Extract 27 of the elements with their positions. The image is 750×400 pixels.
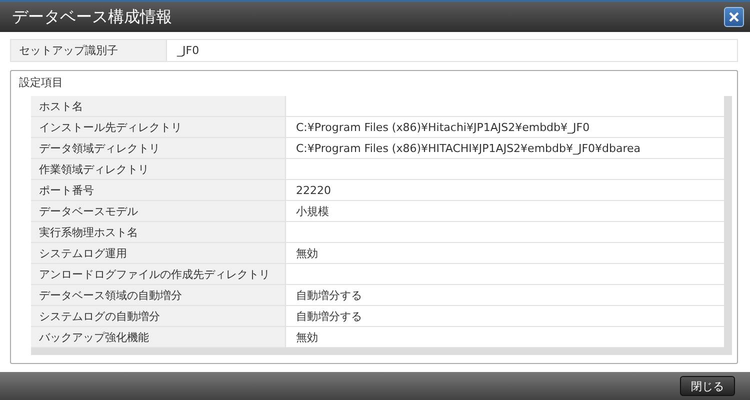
setting-value: 22220 (295, 182, 332, 198)
setting-value: 自動増分する (295, 288, 363, 304)
setting-value: C:¥Program Files (x86)¥Hitachi¥JP1AJS2¥embdb¥_JF0 (295, 120, 591, 136)
window-title: データベース構成情報 (12, 6, 172, 28)
close-button[interactable]: 閉じる (680, 376, 735, 396)
setting-label: ポート番号 (31, 180, 286, 200)
setting-label: データベース領域の自動増分 (31, 285, 286, 305)
setting-label: バックアップ強化機能 (31, 327, 286, 347)
setting-value: 小規模 (295, 204, 330, 220)
setting-value: C:¥Program Files (x86)¥HITACHI¥JP1AJS2¥embdb¥_JF0¥dbarea (295, 140, 642, 157)
setting-label: システムログ運用 (31, 243, 286, 263)
setting-label: 実行系物理ホスト名 (31, 222, 286, 242)
setup-value: _JF0 (176, 43, 200, 59)
setting-label: データ領域ディレクトリ (31, 138, 286, 158)
setting-label: 作業領域ディレクトリ (31, 159, 286, 179)
setting-value: 無効 (295, 246, 319, 262)
setting-label: データベースモデル (31, 201, 286, 221)
setting-label: システムログの自動増分 (31, 306, 286, 326)
setting-value: 無効 (295, 330, 319, 346)
setup-label: セットアップ識別子 (11, 40, 167, 61)
setting-label: ホスト名 (31, 96, 286, 116)
close-icon (728, 11, 740, 23)
setting-value: 自動増分する (295, 308, 363, 324)
setting-label: インストール先ディレクトリ (31, 117, 286, 137)
close-button[interactable] (724, 7, 744, 27)
setting-label: アンロードログファイルの作成先ディレクトリ (31, 264, 286, 284)
panel-title: 設定項目 (19, 75, 64, 91)
